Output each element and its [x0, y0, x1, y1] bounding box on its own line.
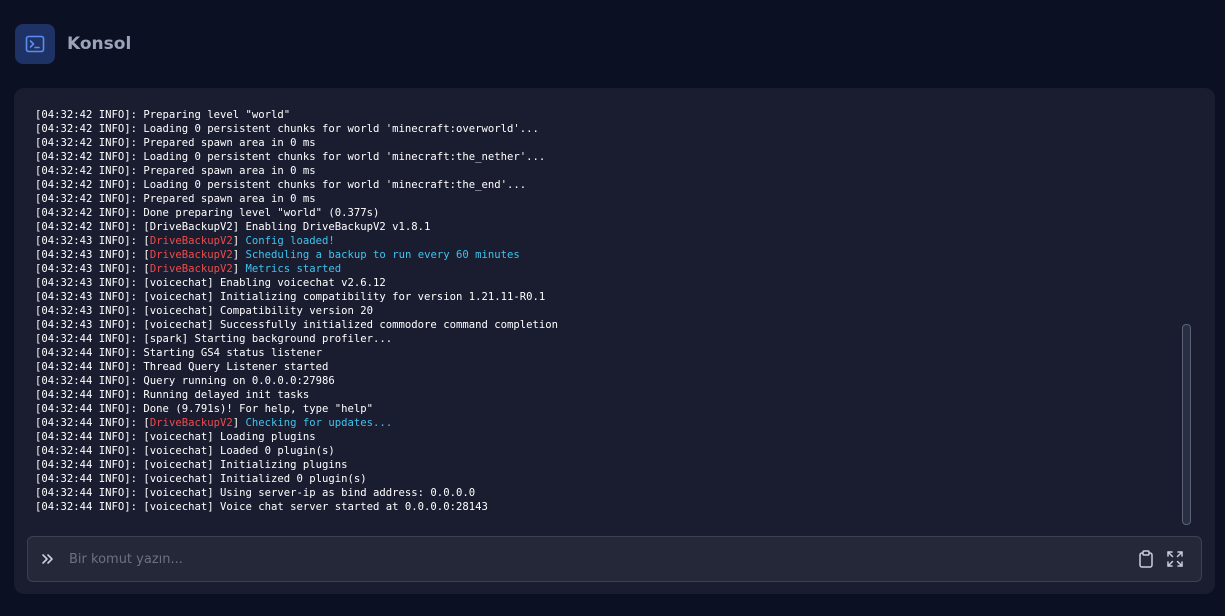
page-header: Konsol: [15, 24, 131, 64]
log-segment: [04:32:44 INFO]: [voicechat] Loading plu…: [35, 431, 316, 443]
log-line: [04:32:42 INFO]: Prepared spawn area in …: [35, 136, 1175, 150]
log-segment: [04:32:42 INFO]: Prepared spawn area in …: [35, 193, 316, 205]
log-segment: [04:32:44 INFO]: Done (9.791s)! For help…: [35, 403, 374, 415]
log-segment: ]: [232, 235, 246, 247]
log-segment: [04:32:44 INFO]: [voicechat] Initialized…: [35, 473, 367, 485]
log-segment: DriveBackupV2: [149, 417, 233, 429]
clipboard-icon[interactable]: [1136, 549, 1156, 569]
log-line: [04:32:44 INFO]: [DriveBackupV2] Checkin…: [35, 416, 1175, 430]
log-line: [04:32:44 INFO]: [voicechat] Loaded 0 pl…: [35, 444, 1175, 458]
log-segment: DriveBackupV2: [149, 249, 233, 261]
console-scrollbar[interactable]: [1182, 324, 1191, 525]
log-segment: ]: [232, 417, 246, 429]
log-segment: [04:32:44 INFO]: Query running on 0.0.0.…: [35, 375, 335, 387]
log-line: [04:32:42 INFO]: Preparing level "world": [35, 108, 1175, 122]
log-line: [04:32:44 INFO]: Running delayed init ta…: [35, 388, 1175, 402]
log-segment: [04:32:42 INFO]: Loading 0 persistent ch…: [35, 123, 539, 135]
log-segment: [04:32:44 INFO]: Starting GS4 status lis…: [35, 347, 323, 359]
log-line: [04:32:42 INFO]: Loading 0 persistent ch…: [35, 178, 1175, 192]
log-segment: [04:32:44 INFO]: Thread Query Listener s…: [35, 361, 329, 373]
log-line: [04:32:44 INFO]: Query running on 0.0.0.…: [35, 374, 1175, 388]
terminal-icon: [15, 24, 55, 64]
log-segment: [04:32:44 INFO]: [voicechat] Voice chat …: [35, 501, 488, 513]
log-segment: [04:32:42 INFO]: Preparing level "world": [35, 109, 291, 121]
log-segment: [04:32:43 INFO]: [voicechat] Successfull…: [35, 319, 558, 331]
log-line: [04:32:43 INFO]: [DriveBackupV2] Schedul…: [35, 248, 1175, 262]
log-line: [04:32:43 INFO]: [voicechat] Initializin…: [35, 290, 1175, 304]
expand-icon[interactable]: [1165, 549, 1185, 569]
log-segment: [04:32:43 INFO]: [voicechat] Enabling vo…: [35, 277, 386, 289]
log-line: [04:32:42 INFO]: Done preparing level "w…: [35, 206, 1175, 220]
log-line: [04:32:44 INFO]: [spark] Starting backgr…: [35, 332, 1175, 346]
log-segment: [04:32:44 INFO]: [voicechat] Initializin…: [35, 459, 348, 471]
double-chevron-right-icon: [40, 551, 56, 567]
log-segment: Scheduling a backup to run every 60 minu…: [245, 249, 520, 261]
console-panel: [04:32:42 INFO]: Preparing level "world"…: [14, 88, 1215, 594]
log-line: [04:32:44 INFO]: Done (9.791s)! For help…: [35, 402, 1175, 416]
command-input[interactable]: [67, 543, 1136, 575]
log-line: [04:32:42 INFO]: Prepared spawn area in …: [35, 192, 1175, 206]
log-segment: [04:32:43 INFO]: [voicechat] Compatibili…: [35, 305, 374, 317]
log-line: [04:32:43 INFO]: [voicechat] Successfull…: [35, 318, 1175, 332]
log-segment: [04:32:43 INFO]: [voicechat] Initializin…: [35, 291, 546, 303]
page-title: Konsol: [67, 34, 132, 54]
log-segment: DriveBackupV2: [149, 263, 233, 275]
log-segment: DriveBackupV2: [149, 235, 233, 247]
log-line: [04:32:43 INFO]: [DriveBackupV2] Config …: [35, 234, 1175, 248]
log-segment: Config loaded!: [245, 235, 335, 247]
log-segment: [04:32:42 INFO]: Prepared spawn area in …: [35, 165, 316, 177]
log-line: [04:32:44 INFO]: [voicechat] Initializin…: [35, 458, 1175, 472]
log-segment: Checking for updates...: [245, 417, 393, 429]
log-segment: [04:32:44 INFO]: [spark] Starting backgr…: [35, 333, 393, 345]
log-segment: ]: [232, 249, 246, 261]
log-segment: [04:32:43 INFO]: [: [35, 263, 150, 275]
log-segment: [04:32:44 INFO]: [voicechat] Using serve…: [35, 487, 476, 499]
log-line: [04:32:42 INFO]: [DriveBackupV2] Enablin…: [35, 220, 1175, 234]
log-line: [04:32:43 INFO]: [voicechat] Compatibili…: [35, 304, 1175, 318]
log-segment: [04:32:42 INFO]: Done preparing level "w…: [35, 207, 380, 219]
log-line: [04:32:44 INFO]: Starting GS4 status lis…: [35, 346, 1175, 360]
log-segment: [04:32:42 INFO]: Loading 0 persistent ch…: [35, 151, 546, 163]
console-log[interactable]: [04:32:42 INFO]: Preparing level "world"…: [35, 108, 1175, 520]
log-segment: Metrics started: [245, 263, 342, 275]
log-segment: [04:32:43 INFO]: [: [35, 235, 150, 247]
log-line: [04:32:43 INFO]: [voicechat] Enabling vo…: [35, 276, 1175, 290]
log-segment: ]: [232, 263, 246, 275]
log-segment: [04:32:44 INFO]: [: [35, 417, 150, 429]
log-line: [04:32:44 INFO]: Thread Query Listener s…: [35, 360, 1175, 374]
log-line: [04:32:44 INFO]: [voicechat] Using serve…: [35, 486, 1175, 500]
log-line: [04:32:42 INFO]: Prepared spawn area in …: [35, 164, 1175, 178]
log-line: [04:32:44 INFO]: [voicechat] Voice chat …: [35, 500, 1175, 514]
log-line: [04:32:44 INFO]: [voicechat] Initialized…: [35, 472, 1175, 486]
log-line: [04:32:42 INFO]: Loading 0 persistent ch…: [35, 122, 1175, 136]
log-segment: [04:32:42 INFO]: Loading 0 persistent ch…: [35, 179, 527, 191]
log-segment: [04:32:44 INFO]: Running delayed init ta…: [35, 389, 310, 401]
log-line: [04:32:42 INFO]: Loading 0 persistent ch…: [35, 150, 1175, 164]
log-segment: [04:32:44 INFO]: [voicechat] Loaded 0 pl…: [35, 445, 335, 457]
command-bar: [27, 536, 1202, 582]
log-segment: [04:32:42 INFO]: Prepared spawn area in …: [35, 137, 316, 149]
log-line: [04:32:44 INFO]: [voicechat] Loading plu…: [35, 430, 1175, 444]
log-line: [04:32:43 INFO]: [DriveBackupV2] Metrics…: [35, 262, 1175, 276]
log-segment: [04:32:42 INFO]: [DriveBackupV2] Enablin…: [35, 221, 431, 233]
log-segment: [04:32:43 INFO]: [: [35, 249, 150, 261]
